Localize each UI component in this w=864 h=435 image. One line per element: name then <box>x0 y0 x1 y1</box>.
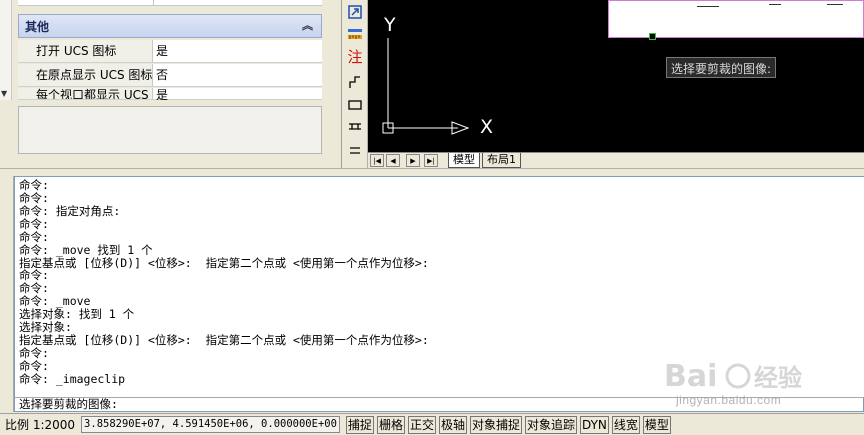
last-tab-icon[interactable]: ▶| <box>424 154 438 167</box>
command-history-line: 命令: <box>19 268 49 283</box>
dyn-toggle[interactable]: DYN <box>580 415 609 434</box>
property-value[interactable]: 否 <box>153 64 322 87</box>
ucs-x-label: X <box>480 116 494 138</box>
property-key: 每个视口都显示 UCS <box>18 88 153 100</box>
property-row-ucs-icon[interactable]: 打开 UCS 图标 是 <box>18 40 322 63</box>
ortho-toggle[interactable]: 正交 <box>407 415 436 434</box>
command-history-line: 命令: <box>19 281 49 296</box>
command-history-line: 命令: <box>19 345 49 360</box>
zoom-extents-icon[interactable] <box>345 2 365 22</box>
model-toggle[interactable]: 模型 <box>642 415 671 434</box>
status-bar: 比例 1:2000 3.858290E+07, 4.591450E+06, 0.… <box>0 413 864 435</box>
command-history-line: 命令: _move 找到 1 个 <box>19 242 153 257</box>
property-value[interactable]: 是 <box>153 40 322 63</box>
section-title: 其他 <box>25 19 50 34</box>
collapse-icon[interactable]: ︽ <box>302 17 313 33</box>
dynamic-input-tooltip: 选择要剪裁的图像: <box>666 57 777 78</box>
tab-layout1[interactable]: 布局1 <box>482 153 521 168</box>
lineweight-toggle[interactable]: 线宽 <box>611 415 640 434</box>
command-history-line: 命令: <box>19 178 49 192</box>
annotation-icon[interactable]: 注 <box>345 46 365 66</box>
palette-section-header[interactable]: 其他 ︽ <box>18 14 322 38</box>
ucs-y-label: Y <box>384 14 396 36</box>
osnap-toggle[interactable]: 对象捕捉 <box>469 415 522 434</box>
command-history[interactable]: 命令: 命令: 命令: 指定对角点: 命令: 命令: 命令: _move 找到 1 个指定… <box>14 176 864 398</box>
command-history-line: 命令: <box>19 190 49 205</box>
property-value[interactable]: 是 <box>153 88 322 100</box>
next-tab-icon[interactable]: ▶ <box>406 154 420 167</box>
drawing-canvas[interactable]: Y X 选择要剪裁的图像: <box>368 0 864 152</box>
tab-model[interactable]: 模型 <box>448 153 480 168</box>
more-icon[interactable] <box>345 140 365 160</box>
dimension-icon[interactable] <box>345 24 365 44</box>
property-row-ucs-origin[interactable]: 在原点显示 UCS 图标 否 <box>18 64 322 87</box>
grid-toggle[interactable]: 栅格 <box>376 415 405 434</box>
window-splitter[interactable] <box>0 168 864 176</box>
properties-palette: ▼ 其他 ︽ 打开 UCS 图标 是 在原点显示 UCS 图标 否 每个视口都显… <box>0 0 342 168</box>
draw-toolbar: 注 <box>342 0 368 168</box>
autocad-window: ▼ 其他 ︽ 打开 UCS 图标 是 在原点显示 UCS 图标 否 每个视口都显… <box>0 0 864 435</box>
first-tab-icon[interactable]: |◀ <box>370 154 384 167</box>
command-prompt-input[interactable]: 选择要剪裁的图像: <box>14 397 864 412</box>
command-history-line: 指定基点或 [位移(D)] <位移>: 指定第二个点或 <使用第一个点作为位移>… <box>19 255 429 270</box>
property-description-box <box>18 106 322 154</box>
palette-scrollbar[interactable]: ▼ <box>0 0 12 100</box>
command-history-line: 命令: 指定对角点: <box>19 203 121 218</box>
command-history-line: 选择对象: 找到 1 个 <box>19 307 135 322</box>
command-history-line: 命令: <box>19 229 49 244</box>
polar-toggle[interactable]: 极轴 <box>438 415 467 434</box>
coordinate-readout[interactable]: 3.858290E+07, 4.591450E+06, 0.000000E+00 <box>81 416 340 433</box>
prev-tab-icon[interactable]: ◀ <box>386 154 400 167</box>
command-history-line: 命令: _imageclip <box>19 371 126 386</box>
command-window-grip[interactable] <box>0 176 14 412</box>
palette-previous-row <box>18 0 322 6</box>
image-grip[interactable] <box>649 33 656 40</box>
command-history-line: 命令: _move <box>19 294 91 309</box>
command-history-line: 命令: <box>19 216 49 231</box>
otrack-toggle[interactable]: 对象追踪 <box>525 415 578 434</box>
hatch-icon[interactable] <box>345 117 365 137</box>
polyline-icon[interactable] <box>345 72 365 92</box>
command-history-lines: 命令: 命令: 命令: 指定对角点: 命令: 命令: 命令: _move 找到 1 个指定… <box>19 179 864 386</box>
scale-label: 比例 1:2000 <box>5 418 76 432</box>
command-history-line: 命令: <box>19 358 49 373</box>
clipped-image[interactable] <box>608 0 864 38</box>
scroll-down-icon[interactable]: ▼ <box>1 89 7 98</box>
command-history-line: 指定基点或 [位移(D)] <位移>: 指定第二个点或 <使用第一个点作为位移>… <box>19 333 429 348</box>
layout-tab-bar: |◀ ◀ ▶ ▶| 模型 布局1 <box>368 152 864 168</box>
property-key: 在原点显示 UCS 图标 <box>18 64 153 87</box>
property-row-ucs-viewport[interactable]: 每个视口都显示 UCS 是 <box>18 88 322 100</box>
property-key: 打开 UCS 图标 <box>18 40 153 63</box>
snap-toggle[interactable]: 捕捉 <box>345 415 374 434</box>
rectangle-icon[interactable] <box>345 95 365 115</box>
